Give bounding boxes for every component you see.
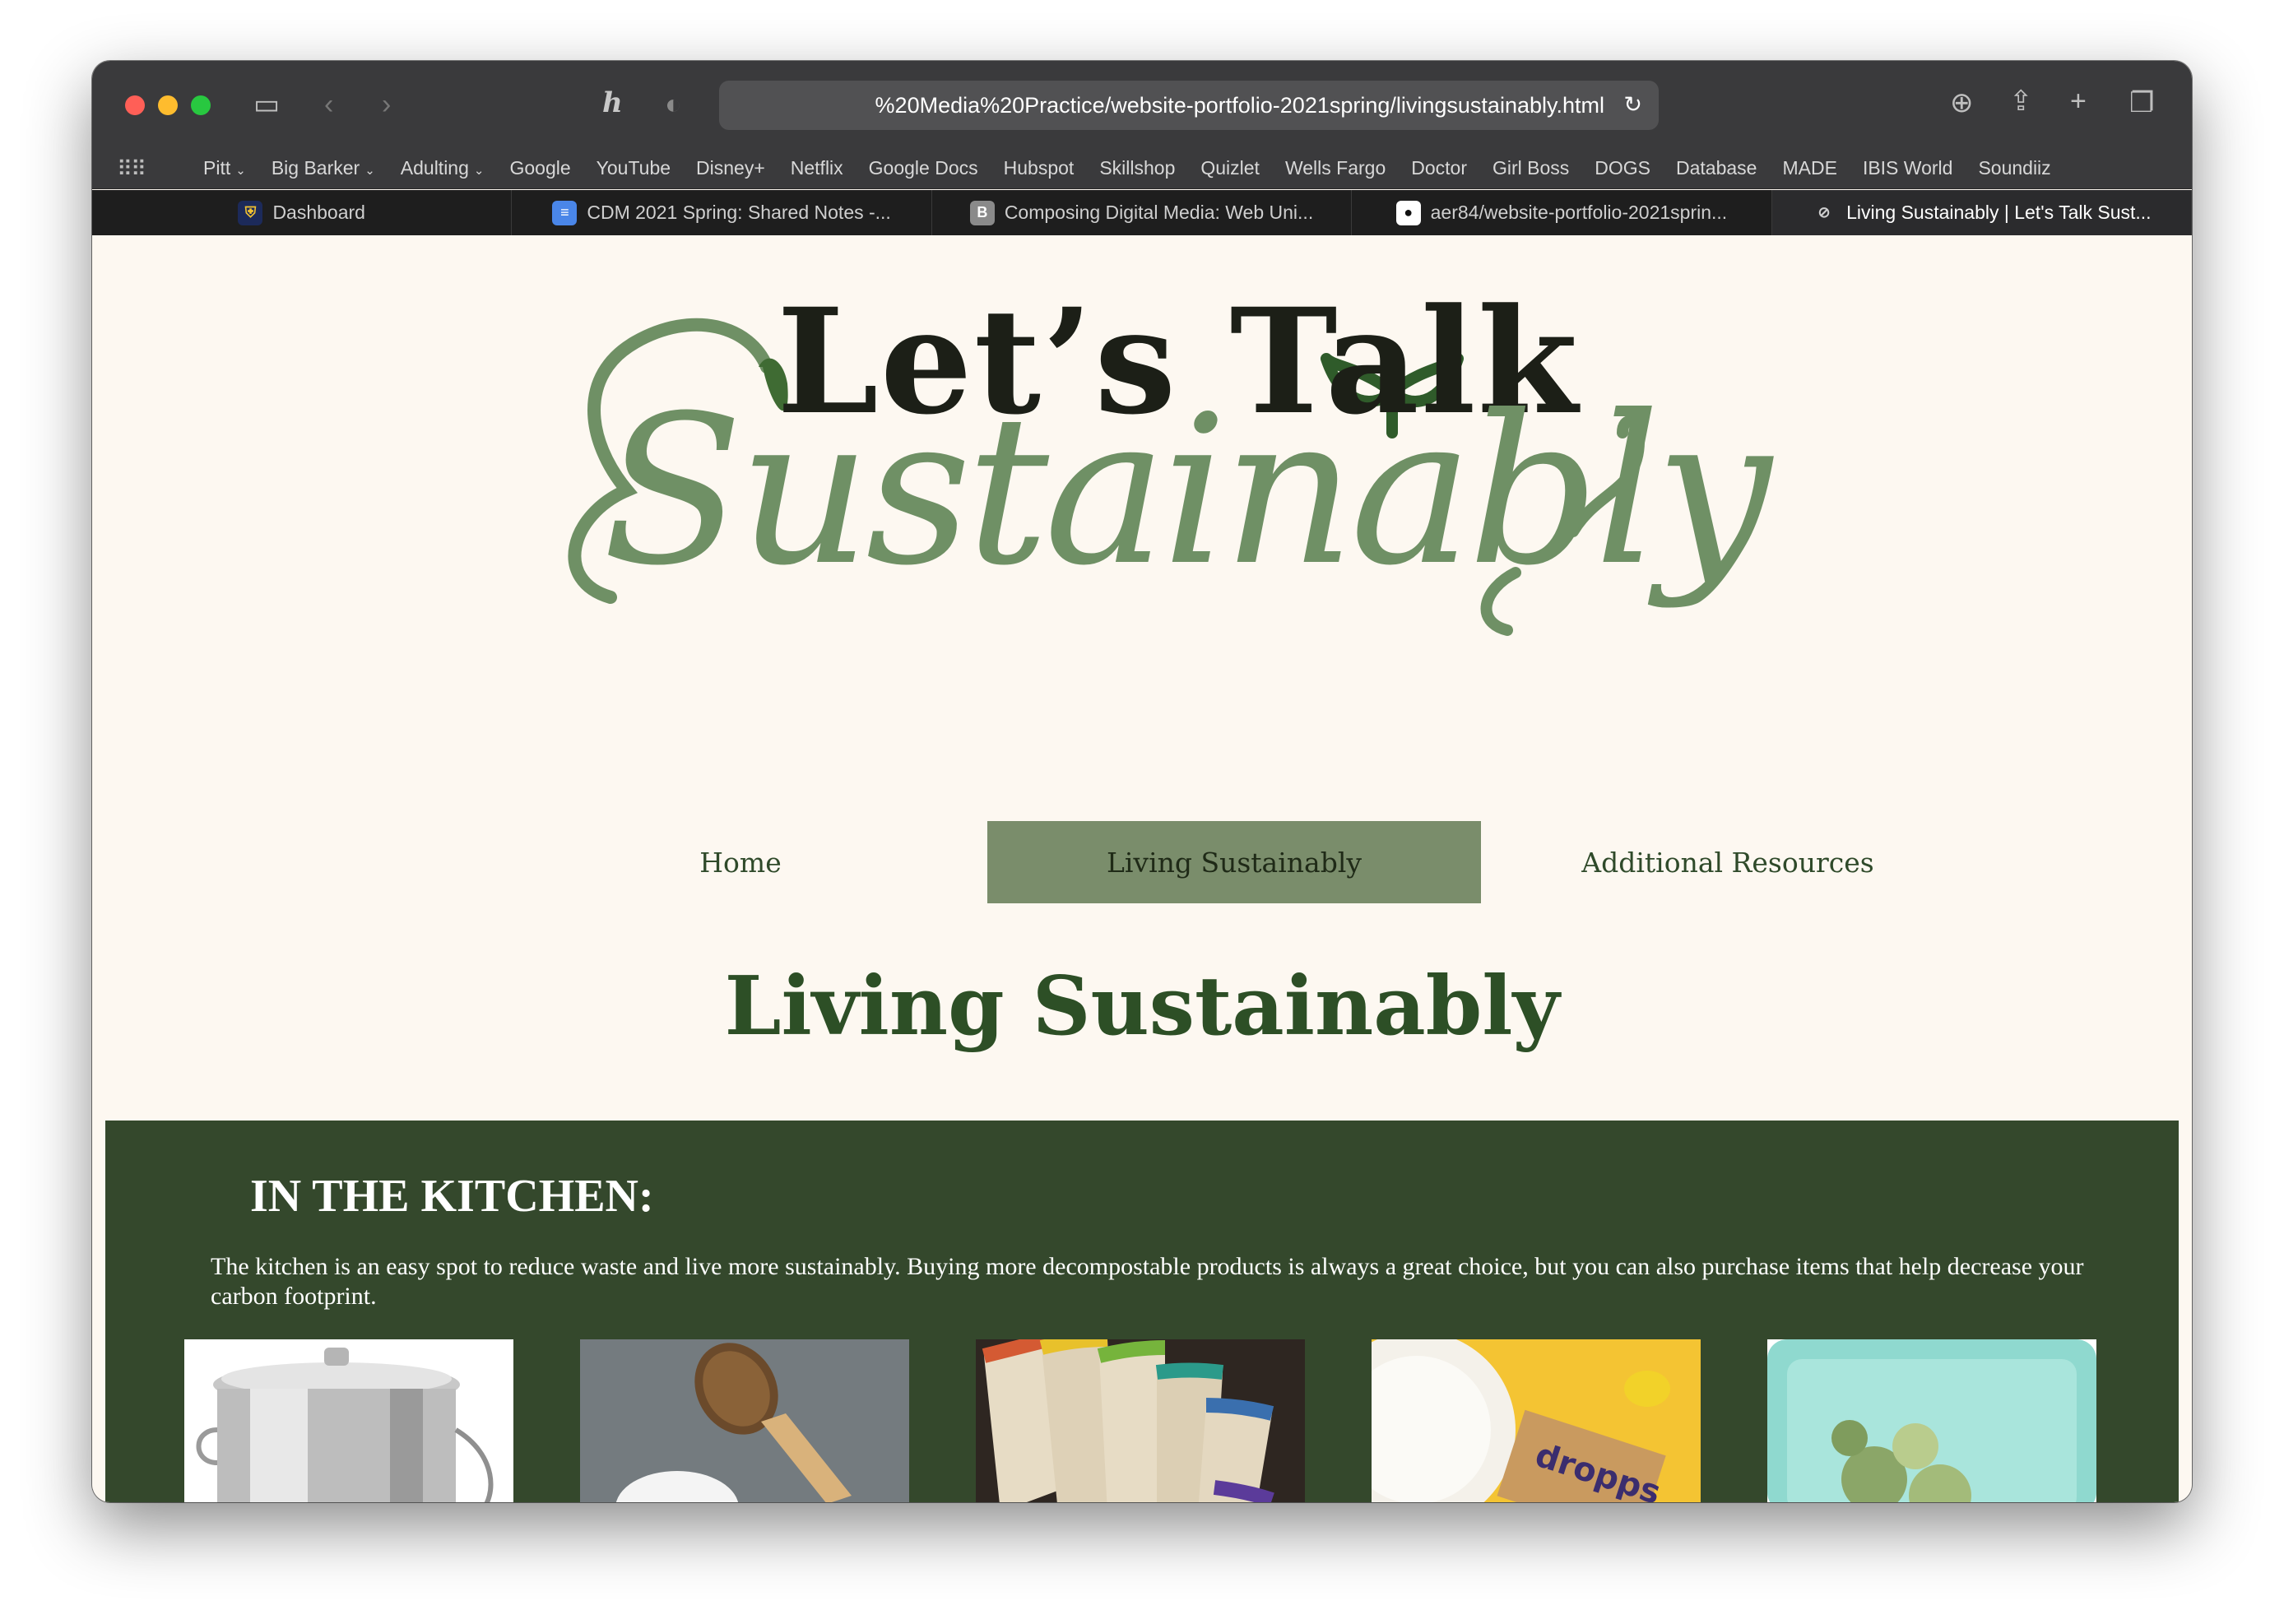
bookmark-item[interactable]: Pitt ⌄ [203,157,246,179]
privacy-shield-icon[interactable]: ◐ [665,90,682,118]
bookmark-item[interactable]: Quizlet [1200,157,1260,179]
web-page: Let’s Talk Sustainably Home Living Susta… [92,235,2192,1502]
bookmark-label: YouTube [596,157,671,179]
bookmark-item[interactable]: MADE [1782,157,1836,179]
close-window-button[interactable] [125,95,145,115]
browser-tab[interactable]: ⛨ Dashboard [92,190,513,235]
new-tab-icon[interactable]: + [2070,87,2087,115]
bookmark-item[interactable]: YouTube [597,157,671,179]
silicone-food-bag-image[interactable] [1767,1339,2096,1502]
bookmark-label: Quizlet [1200,157,1260,179]
bookmark-label: Soundiiz [1978,157,2051,179]
bookmark-item[interactable]: Disney+ [696,157,765,179]
bookmark-label: Wells Fargo [1284,157,1386,179]
page-title: Living Sustainably [724,959,1560,1054]
bookmark-item[interactable]: Wells Fargo [1285,157,1386,179]
bookmark-label: Hubspot [1003,157,1075,179]
site-logo[interactable]: Let’s Talk Sustainably [504,244,1902,671]
browser-toolbar: ▭ ‹ › h ◐ %20Media%20Practice/website-po… [92,61,2192,148]
tab-label: Dashboard [272,202,365,223]
bookmark-item[interactable]: Skillshop [1099,157,1175,179]
bookmark-label: Big Barker [271,157,360,179]
dropps-detergent-image[interactable]: dropps [1372,1339,1701,1502]
chevron-down-icon: ⌄ [235,164,246,178]
site-nav: Home Living Sustainably Additional Resou… [92,821,2192,903]
compost-bin-image[interactable] [184,1339,513,1502]
nav-living-sustainably[interactable]: Living Sustainably [987,821,1481,903]
bookmark-item[interactable]: Database [1676,157,1757,179]
nav-additional-resources[interactable]: Additional Resources [1481,821,1975,903]
tab-label: Composing Digital Media: Web Uni... [1004,202,1314,223]
bookmark-label: Google [509,157,571,179]
bookmark-item[interactable]: DOGS [1595,157,1650,179]
bootstrap-icon: B [969,200,995,225]
bookmark-label: Doctor [1411,157,1467,179]
tab-bar: ⛨ Dashboard ≡ CDM 2021 Spring: Shared Notes… [92,190,2192,235]
bookmark-label: Pitt [203,157,231,179]
zoom-window-button[interactable] [191,95,211,115]
chevron-down-icon: ⌄ [364,164,375,178]
compass-icon: ⊘ [1817,204,1831,220]
tab-label: aer84/website-portfolio-2021sprin... [1430,202,1728,223]
browser-tab[interactable]: ⊘ Living Sustainably | Let's Talk Sust... [1771,190,2192,235]
section-heading: IN THE KITCHEN: [250,1171,654,1222]
downloads-icon[interactable]: ⊕ [1950,89,1974,117]
tab-overview-icon[interactable]: ❐ [2129,89,2154,117]
share-icon[interactable]: ⇪ [2009,87,2033,115]
browser-tab[interactable]: ● aer84/website-portfolio-2021sprin... [1352,190,1772,235]
bookmark-label: DOGS [1595,157,1651,179]
bookmark-label: Girl Boss [1492,157,1570,179]
bookmark-item[interactable]: Google Docs [869,157,978,179]
address-text: %20Media%20Practice/website-portfolio-20… [875,92,1604,118]
tab-label: CDM 2021 Spring: Shared Notes -... [587,202,891,223]
minimize-window-button[interactable] [158,95,178,115]
forward-icon[interactable]: › [382,90,391,118]
bookmark-label: IBIS World [1862,157,1953,179]
bookmark-label: Adulting [400,157,469,179]
bookmark-item[interactable]: Google [509,157,570,179]
logo-script-text: Sustainably [602,371,1771,610]
bookmark-label: Disney+ [696,157,765,179]
bookmark-label: MADE [1782,157,1837,179]
google-docs-icon: ≡ [552,200,578,225]
browser-tab[interactable]: B Composing Digital Media: Web Uni... [932,190,1353,235]
reload-icon[interactable]: ↻ [1623,92,1642,117]
bookmark-item[interactable]: Adulting ⌄ [401,157,485,179]
github-icon: ● [1395,200,1421,225]
bookmark-label: Google Docs [868,157,978,179]
bookmark-item[interactable]: Doctor [1411,157,1467,179]
address-bar[interactable]: %20Media%20Practice/website-portfolio-20… [719,81,1659,130]
browser-window: ▭ ‹ › h ◐ %20Media%20Practice/website-po… [92,61,2192,1502]
bookmark-item[interactable]: Soundiiz [1978,157,2050,179]
chevron-down-icon: ⌄ [473,164,485,178]
browser-tab[interactable]: ≡ CDM 2021 Spring: Shared Notes -... [512,190,932,235]
honey-extension-icon[interactable]: h [602,89,623,117]
bookmark-item[interactable]: Hubspot [1004,157,1075,179]
kitchen-section: IN THE KITCHEN: The kitchen is an easy s… [105,1121,2179,1502]
pitt-shield-icon: ⛨ [238,200,263,225]
bookmark-item[interactable]: IBIS World [1863,157,1953,179]
reusable-produce-bags-image[interactable] [976,1339,1305,1502]
tab-label: Living Sustainably | Let's Talk Sust... [1846,202,2152,223]
bookmark-label: Database [1676,157,1757,179]
product-gallery: dropps [184,1339,2110,1502]
dish-brush-image[interactable] [580,1339,909,1502]
back-icon[interactable]: ‹ [324,90,333,118]
bookmark-label: Skillshop [1099,157,1176,179]
sidebar-toggle-icon[interactable]: ▭ [253,90,280,118]
apps-grid-icon[interactable]: ⠿⠿ [117,158,146,179]
nav-home[interactable]: Home [494,821,987,903]
bookmarks-bar: ⠿⠿ Pitt ⌄ Big Barker ⌄ Adulting ⌄ Google YouTub… [92,148,2192,189]
bookmark-item[interactable]: Girl Boss [1492,157,1569,179]
bookmark-label: Netflix [790,157,843,179]
bookmark-item[interactable]: Big Barker ⌄ [272,157,375,179]
section-body: The kitchen is an easy spot to reduce wa… [211,1253,2084,1310]
bookmark-item[interactable]: Netflix [791,157,843,179]
